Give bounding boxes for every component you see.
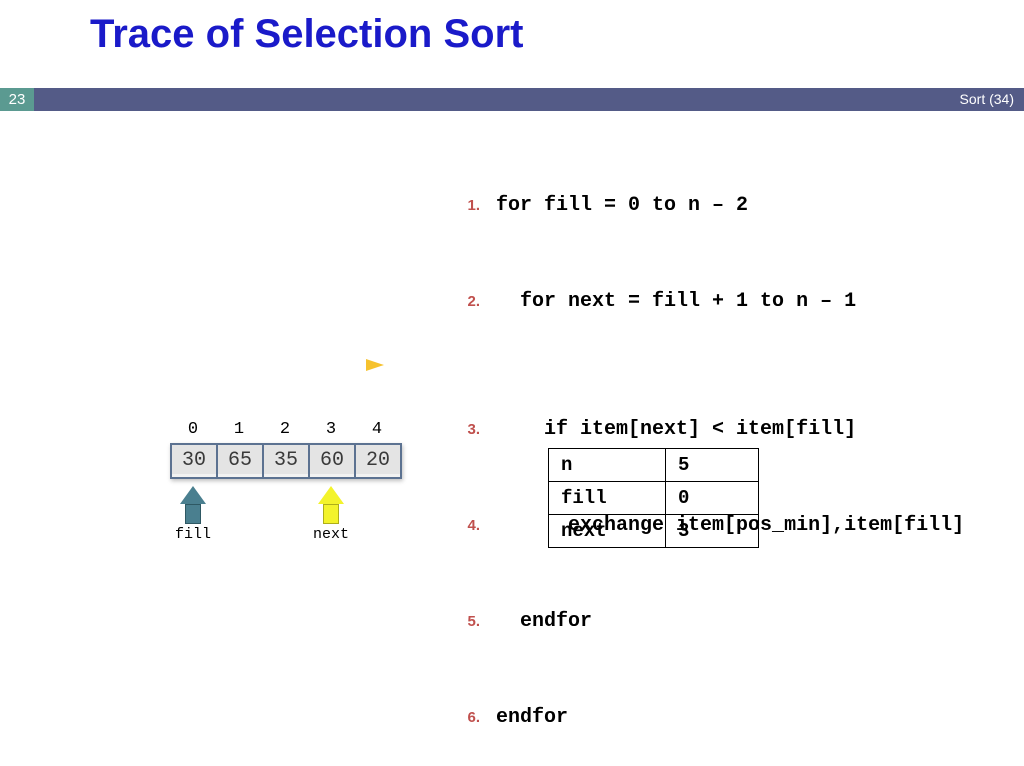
line-number: 2. (446, 286, 480, 318)
line-number: 3. (446, 414, 480, 446)
up-arrow-icon (322, 486, 340, 520)
array-index: 1 (216, 420, 262, 439)
next-pointer: next (308, 486, 354, 543)
code-text: for next = fill + 1 to n – 1 (496, 290, 856, 313)
code-line-5: 5. endfor (398, 574, 964, 670)
var-value: 0 (666, 482, 759, 515)
code-line-6: 6. endfor (398, 670, 964, 766)
var-value: 5 (666, 449, 759, 482)
slide-title: Trace of Selection Sort (90, 12, 523, 57)
fill-pointer: fill (170, 486, 216, 543)
header-bar (0, 88, 1024, 111)
table-row: fill 0 (549, 482, 759, 515)
var-name: fill (549, 482, 666, 515)
var-name: next (549, 515, 666, 548)
array-index: 0 (170, 420, 216, 439)
line-number: 5. (446, 606, 480, 638)
array-cells: 30 65 35 60 20 (170, 443, 402, 479)
array-index: 4 (354, 420, 400, 439)
current-line-pointer-icon (366, 359, 384, 371)
array-cell: 60 (310, 445, 356, 477)
array-index: 3 (308, 420, 354, 439)
code-text: for fill = 0 to n – 2 (496, 194, 748, 217)
line-number: 4. (446, 510, 480, 542)
fill-pointer-label: fill (170, 526, 216, 543)
code-line-2: 2. for next = fill + 1 to n – 1 (398, 254, 964, 350)
array-cell: 65 (218, 445, 264, 477)
next-pointer-label: next (308, 526, 354, 543)
line-number: 6. (446, 702, 480, 734)
code-text: if item[next] < item[fill] (496, 418, 856, 441)
line-number: 1. (446, 190, 480, 222)
array-cell: 30 (172, 445, 218, 477)
array-index: 2 (262, 420, 308, 439)
slide-number-badge: 23 (0, 88, 34, 111)
array-index-row: 0 1 2 3 4 (170, 420, 402, 439)
array-visualization: 0 1 2 3 4 30 65 35 60 20 fill next (170, 420, 402, 479)
code-text: endfor (496, 610, 592, 633)
code-text: endfor (496, 706, 568, 729)
var-name: n (549, 449, 666, 482)
array-cell: 20 (356, 445, 400, 477)
code-line-1: 1. for fill = 0 to n – 2 (398, 158, 964, 254)
array-cell: 35 (264, 445, 310, 477)
table-row: next 3 (549, 515, 759, 548)
up-arrow-icon (184, 486, 202, 520)
table-row: n 5 (549, 449, 759, 482)
var-value: 3 (666, 515, 759, 548)
variable-table: n 5 fill 0 next 3 (548, 448, 759, 548)
footer-right-label: Sort (34) (960, 88, 1014, 111)
